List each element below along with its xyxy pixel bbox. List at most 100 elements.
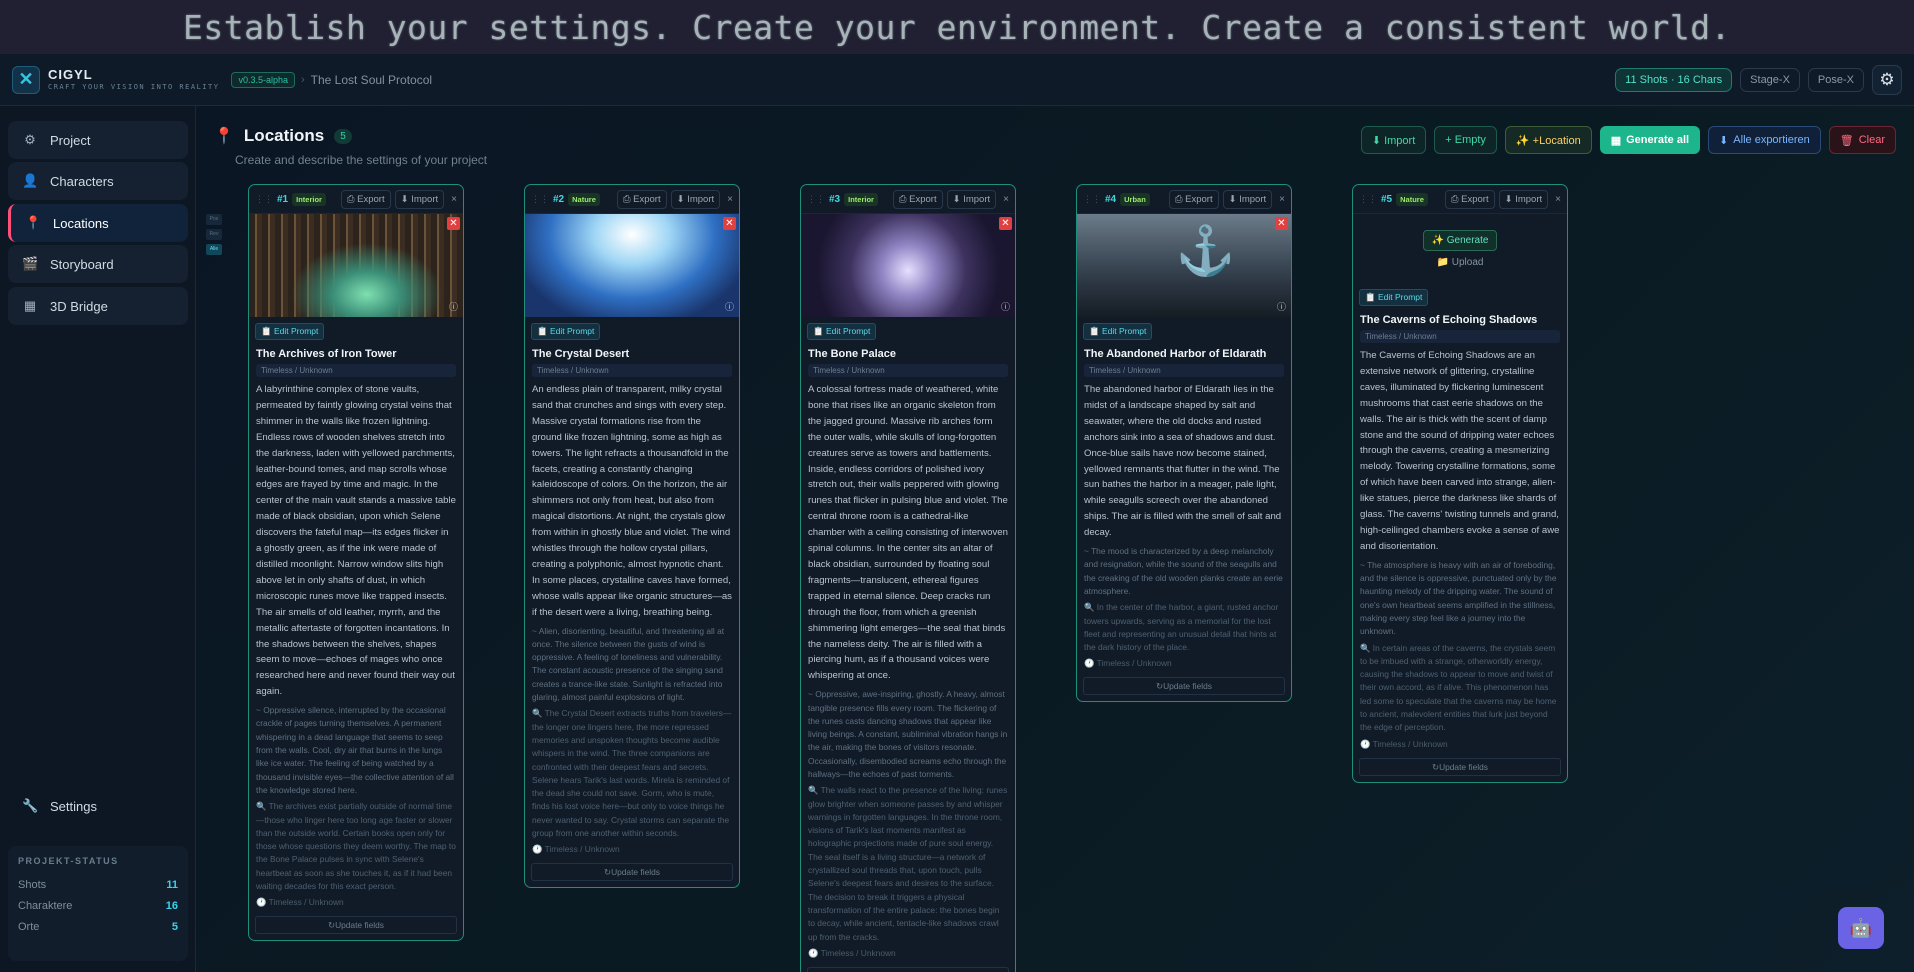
- location-secret[interactable]: 🔍 The Crystal Desert extracts truths fro…: [525, 704, 739, 840]
- app-header: ✕ CIGYL CRAFT YOUR VISION INTO REALITY v…: [0, 54, 1914, 106]
- remove-image-icon[interactable]: ✕: [723, 217, 736, 230]
- location-image[interactable]: ✕ ⓘ: [801, 213, 1015, 317]
- drag-handle-icon[interactable]: ⋮⋮: [807, 194, 825, 205]
- logo-icon[interactable]: ✕: [12, 65, 40, 94]
- card-export-button[interactable]: ⎙ Export: [1444, 189, 1495, 209]
- location-title[interactable]: The Bone Palace: [801, 340, 1015, 362]
- remove-image-icon[interactable]: ✕: [447, 217, 460, 230]
- info-icon[interactable]: ⓘ: [725, 300, 734, 313]
- location-secret[interactable]: 🔍 In the center of the harbor, a giant, …: [1077, 598, 1291, 654]
- clear-button[interactable]: 🗑 Clear: [1828, 126, 1896, 154]
- location-title[interactable]: The Archives of Iron Tower: [249, 340, 463, 362]
- sidebar: ⚙ Project 👤 Characters 📍 Locations 🎬 Sto…: [0, 106, 196, 972]
- card-export-button[interactable]: ⎙ Export: [892, 189, 943, 209]
- time-chip[interactable]: Timeless / Unknown: [532, 364, 732, 377]
- pose-x-button[interactable]: Pose-X: [1807, 67, 1864, 92]
- update-fields-button[interactable]: ↻Update fields: [807, 966, 1009, 972]
- sidebar-item-characters[interactable]: 👤 Characters: [8, 162, 188, 200]
- stage-x-button[interactable]: Stage-X: [1740, 67, 1800, 92]
- card-close-icon[interactable]: ×: [1555, 194, 1561, 205]
- add-empty-button[interactable]: + Empty: [1434, 126, 1497, 154]
- location-title[interactable]: The Crystal Desert: [525, 340, 739, 362]
- project-name[interactable]: The Lost Soul Protocol: [311, 73, 432, 87]
- sidebar-item-storyboard[interactable]: 🎬 Storyboard: [8, 245, 188, 283]
- update-fields-button[interactable]: ↻Update fields: [255, 916, 457, 935]
- edit-prompt-button[interactable]: 📋 Edit Prompt: [807, 323, 877, 340]
- card-close-icon[interactable]: ×: [727, 194, 733, 205]
- drag-handle-icon[interactable]: ⋮⋮: [255, 194, 273, 205]
- card-import-button[interactable]: ⬇ Import: [1222, 189, 1273, 209]
- remove-image-icon[interactable]: ✕: [999, 217, 1012, 230]
- time-chip[interactable]: Timeless / Unknown: [1084, 364, 1284, 377]
- edit-prompt-button[interactable]: 📋 Edit Prompt: [1359, 289, 1429, 306]
- card-import-button[interactable]: ⬇ Import: [946, 189, 997, 209]
- info-icon[interactable]: ⓘ: [449, 300, 458, 313]
- generate-image-button[interactable]: ✨ Generate: [1422, 229, 1498, 251]
- time-chip[interactable]: Timeless / Unknown: [1360, 330, 1560, 343]
- grid-icon: ▦: [1610, 134, 1622, 147]
- location-title[interactable]: The Abandoned Harbor of Eldarath: [1077, 340, 1291, 362]
- card-header: ⋮⋮ #1 Interior ⎙ Export ⬇ Import ×: [249, 185, 463, 213]
- card-close-icon[interactable]: ×: [1003, 194, 1009, 205]
- card-import-button[interactable]: ⬇ Import: [670, 189, 721, 209]
- info-icon[interactable]: ⓘ: [1277, 300, 1286, 313]
- drag-handle-icon[interactable]: ⋮⋮: [1359, 194, 1377, 205]
- location-title[interactable]: The Caverns of Echoing Shadows: [1353, 306, 1567, 328]
- location-image[interactable]: ⚓ ✕ ⓘ: [1077, 213, 1291, 317]
- generate-all-button[interactable]: ▦ Generate all: [1599, 126, 1701, 154]
- mini-tab[interactable]: Alle: [206, 244, 222, 255]
- edit-prompt-button[interactable]: 📋 Edit Prompt: [255, 323, 325, 340]
- edit-prompt-button[interactable]: 📋 Edit Prompt: [1083, 323, 1153, 340]
- sidebar-item-label: Locations: [53, 215, 109, 231]
- upload-image-button[interactable]: 📁 Upload: [1437, 257, 1484, 268]
- mini-tab[interactable]: Pos: [206, 214, 222, 225]
- location-description[interactable]: The abandoned harbor of Eldarath lies in…: [1077, 377, 1291, 541]
- status-value: 16: [165, 899, 178, 912]
- remove-image-icon[interactable]: ✕: [1275, 217, 1288, 230]
- location-secret[interactable]: 🔍 The archives exist partially outside o…: [249, 797, 463, 893]
- location-image[interactable]: ✕ ⓘ: [249, 213, 463, 317]
- sidebar-item-settings[interactable]: 🔧 Settings: [8, 787, 188, 825]
- sidebar-item-locations[interactable]: 📍 Locations: [8, 204, 188, 242]
- location-description[interactable]: An endless plain of transparent, milky c…: [525, 377, 739, 621]
- time-chip[interactable]: Timeless / Unknown: [256, 364, 456, 377]
- location-mood[interactable]: ~ The atmosphere is heavy with an air of…: [1353, 555, 1567, 639]
- location-mood[interactable]: ~ Oppressive silence, interrupted by the…: [249, 700, 463, 797]
- export-all-button[interactable]: ⬇ Alle exportieren: [1708, 126, 1821, 154]
- drag-handle-icon[interactable]: ⋮⋮: [531, 194, 549, 205]
- import-button[interactable]: ⬇ Import: [1360, 126, 1427, 154]
- card-import-button[interactable]: ⬇ Import: [1498, 189, 1549, 209]
- time-chip[interactable]: Timeless / Unknown: [808, 364, 1008, 377]
- location-description[interactable]: The Caverns of Echoing Shadows are an ex…: [1353, 343, 1567, 555]
- location-description[interactable]: A labyrinthine complex of stone vaults, …: [249, 377, 463, 700]
- sidebar-item-3d-bridge[interactable]: ▦ 3D Bridge: [8, 287, 188, 325]
- location-mood[interactable]: ~ Alien, disorienting, beautiful, and th…: [525, 621, 739, 705]
- location-image[interactable]: ✕ ⓘ: [525, 213, 739, 317]
- update-fields-button[interactable]: ↻Update fields: [1359, 757, 1561, 776]
- status-pill[interactable]: 11 Shots · 16 Chars: [1615, 67, 1733, 92]
- update-fields-button[interactable]: ↻Update fields: [1083, 677, 1285, 696]
- location-description[interactable]: A colossal fortress made of weathered, w…: [801, 377, 1015, 684]
- import-label: Import: [687, 193, 715, 205]
- add-location-button[interactable]: ✨ +Location: [1504, 126, 1592, 154]
- location-mood[interactable]: ~ Oppressive, awe-inspiring, ghostly. A …: [801, 684, 1015, 781]
- settings-gear-icon[interactable]: ⚙: [1872, 64, 1902, 95]
- sidebar-item-project[interactable]: ⚙ Project: [8, 121, 188, 159]
- location-mood[interactable]: ~ The mood is characterized by a deep me…: [1077, 541, 1291, 598]
- card-close-icon[interactable]: ×: [451, 194, 457, 205]
- assistant-robot-icon[interactable]: 🤖: [1838, 907, 1884, 949]
- mini-tab[interactable]: Rev: [206, 229, 222, 240]
- update-fields-button[interactable]: ↻Update fields: [531, 863, 733, 882]
- sidebar-item-label: Project: [50, 132, 91, 148]
- info-icon[interactable]: ⓘ: [1001, 300, 1010, 313]
- location-secret[interactable]: 🔍 In certain areas of the caverns, the c…: [1353, 639, 1567, 735]
- location-secret[interactable]: 🔍 The walls react to the presence of the…: [801, 781, 1015, 944]
- drag-handle-icon[interactable]: ⋮⋮: [1083, 194, 1101, 205]
- card-import-button[interactable]: ⬇ Import: [394, 189, 445, 209]
- edit-prompt-button[interactable]: 📋 Edit Prompt: [531, 323, 601, 340]
- generate-all-label: Generate all: [1626, 134, 1690, 146]
- card-close-icon[interactable]: ×: [1279, 194, 1285, 205]
- card-export-button[interactable]: ⎙ Export: [340, 189, 391, 209]
- card-export-button[interactable]: ⎙ Export: [616, 189, 667, 209]
- card-export-button[interactable]: ⎙ Export: [1168, 189, 1219, 209]
